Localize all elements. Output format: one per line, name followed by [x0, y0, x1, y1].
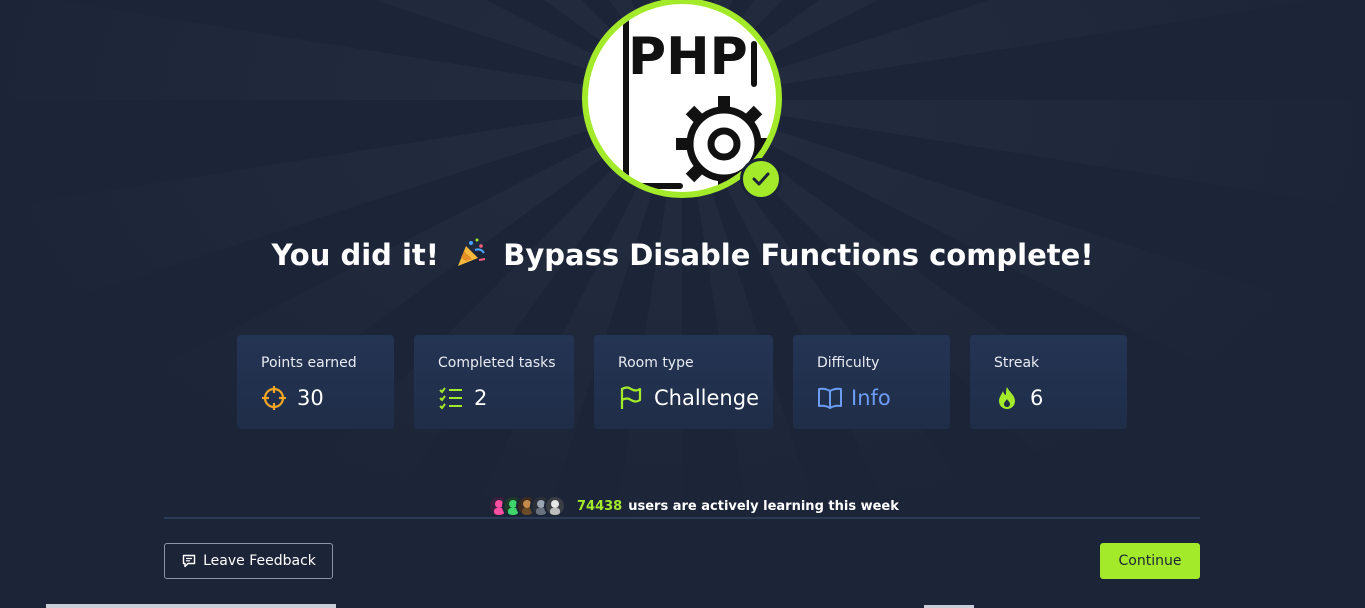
- checkmark-icon: [740, 158, 782, 200]
- completion-headline: You did it! Bypass Disable Functions com…: [0, 238, 1365, 275]
- avatar: [544, 495, 566, 517]
- divider: [164, 517, 1200, 519]
- book-icon: [817, 385, 843, 411]
- headline-prefix: You did it!: [271, 238, 440, 272]
- stat-card-points: Points earned 30: [237, 335, 394, 429]
- active-learners: 74438 users are actively learning this w…: [488, 493, 899, 519]
- stat-value: 30: [297, 386, 324, 410]
- stat-card-difficulty: Difficulty Info: [793, 335, 950, 429]
- stat-value: 6: [1030, 386, 1044, 410]
- bottom-edge-strip: [46, 604, 336, 608]
- flag-icon: [618, 385, 644, 411]
- headline-suffix: Bypass Disable Functions complete!: [503, 238, 1094, 272]
- leave-feedback-label: Leave Feedback: [203, 553, 316, 569]
- stat-value: 2: [474, 386, 488, 410]
- continue-button[interactable]: Continue: [1100, 543, 1200, 579]
- feedback-icon: [181, 553, 197, 569]
- stat-value: Challenge: [654, 386, 759, 410]
- stat-card-streak: Streak 6: [970, 335, 1127, 429]
- stat-label: Room type: [618, 355, 694, 371]
- checklist-icon: [438, 385, 464, 411]
- leave-feedback-button[interactable]: Leave Feedback: [164, 543, 333, 579]
- stat-card-room-type: Room type Challenge: [594, 335, 773, 429]
- stat-label: Streak: [994, 355, 1040, 371]
- crosshair-icon: [261, 385, 287, 411]
- stat-value: Info: [851, 386, 891, 410]
- stat-label: Completed tasks: [438, 355, 556, 371]
- continue-label: Continue: [1118, 553, 1182, 569]
- stat-label: Difficulty: [817, 355, 880, 371]
- learners-text: users are actively learning this week: [628, 498, 899, 514]
- stat-card-tasks: Completed tasks 2: [414, 335, 574, 429]
- svg-text:PHP: PHP: [628, 27, 748, 87]
- learners-count: 74438: [577, 498, 623, 514]
- avatar-stack: [488, 495, 566, 517]
- party-popper-icon: [455, 238, 487, 275]
- stat-label: Points earned: [261, 355, 357, 371]
- flame-icon: [994, 385, 1020, 411]
